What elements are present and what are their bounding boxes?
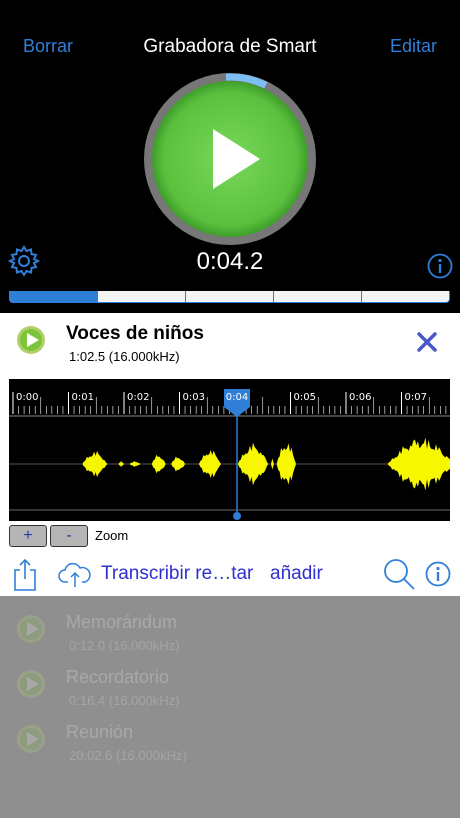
tick-label: 0:02 (127, 392, 149, 403)
segment[interactable] (186, 291, 274, 302)
segmented-control[interactable] (9, 291, 450, 303)
list-item[interactable]: Recordatorio 0:16.4 (16.000kHz) (0, 659, 460, 714)
list-item[interactable]: Memorándum 0:12.0 (16.000kHz) (0, 604, 460, 659)
tick-label: 0:03 (183, 392, 205, 403)
recordings-list: Memorándum 0:12.0 (16.000kHz) Recordator… (0, 596, 460, 818)
play-icon[interactable] (16, 614, 46, 644)
waveform-segment (151, 454, 166, 474)
share-icon[interactable] (12, 558, 38, 592)
waveform-segment (271, 458, 274, 470)
zoom-out-button[interactable]: - (50, 525, 88, 547)
play-icon[interactable] (16, 325, 46, 355)
segment[interactable] (274, 291, 362, 302)
segment[interactable] (362, 291, 449, 302)
waveform-canvas[interactable]: 0:000:010:020:030:050:060:070:080:04 (9, 379, 450, 521)
recording-name: Recordatorio (66, 667, 170, 687)
waveform-segment (276, 443, 297, 485)
waveform-segment (118, 461, 124, 467)
tick-label: 0:01 (72, 392, 94, 403)
close-icon[interactable] (415, 330, 439, 354)
info-icon[interactable] (427, 253, 453, 279)
recorder-header: Borrar Grabadora de Smart Editar 0:04.2 (0, 0, 460, 295)
playhead-label: 0:04 (226, 392, 248, 403)
play-icon[interactable] (16, 669, 46, 699)
play-icon[interactable] (16, 724, 46, 754)
zoom-label: Zoom (95, 528, 129, 543)
waveform-segment (129, 461, 141, 467)
cloud-upload-icon[interactable] (58, 561, 92, 589)
zoom-in-button[interactable]: + (9, 525, 47, 547)
waveform-segment (387, 437, 450, 491)
waveform-segment (171, 456, 186, 472)
info-icon[interactable] (425, 561, 451, 587)
tick-label: 0:07 (405, 392, 427, 403)
tick-label: 0:00 (16, 392, 38, 403)
segment[interactable] (10, 291, 98, 302)
selected-recording-panel: Voces de niños 1:02.5 (16.000kHz) 0:00 0:… (0, 313, 460, 596)
recording-meta: 1:02.5 (16.000kHz) (69, 349, 180, 364)
segment[interactable] (98, 291, 186, 302)
recording-meta: 20:02.6 (16.000kHz) (69, 748, 187, 763)
recording-meta: 0:16.4 (16.000kHz) (69, 693, 180, 708)
waveform-segment (237, 442, 269, 486)
recording-name: Memorándum (66, 612, 178, 632)
edit-button[interactable]: Editar (390, 36, 437, 57)
waveform-segment (82, 450, 108, 478)
gear-icon[interactable] (8, 245, 40, 277)
play-record-button[interactable] (140, 69, 320, 249)
tick-label: 0:05 (294, 392, 316, 403)
recording-title: Voces de niños (66, 323, 204, 344)
elapsed-timer: 0:04.2 (196, 248, 264, 275)
playhead-handle (233, 512, 241, 520)
search-icon[interactable] (382, 557, 416, 591)
recording-name: Reunión (66, 722, 134, 742)
add-button[interactable]: añadir (270, 563, 323, 585)
tick-label: 0:06 (349, 392, 371, 403)
list-item[interactable]: Reunión 20:02.6 (16.000kHz) (0, 714, 460, 769)
recording-meta: 0:12.0 (16.000kHz) (69, 638, 180, 653)
waveform-segment (198, 449, 222, 479)
waveform-view[interactable]: 0:000:010:020:030:050:060:070:080:04 (9, 379, 450, 521)
transcribe-button[interactable]: Transcribir re…tar (101, 563, 253, 585)
